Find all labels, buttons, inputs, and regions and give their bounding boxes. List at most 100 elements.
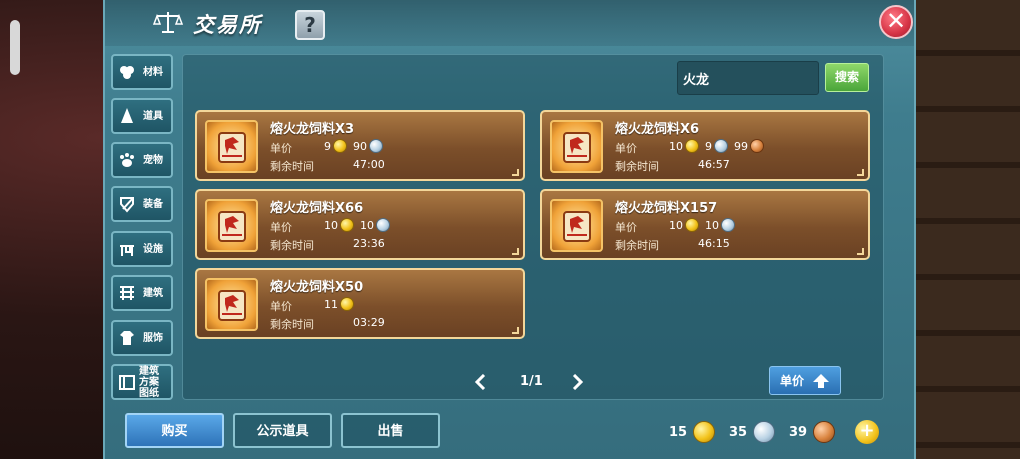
sidebar-item-prop[interactable]: 道具 [111,98,173,134]
paw-icon [118,151,136,169]
remaining-time-label: 剩余时间 [270,318,314,331]
remaining-time-label: 剩余时间 [270,160,314,173]
gold-coin-icon [340,297,354,311]
tab-public-items[interactable]: 公示道具 [233,413,332,448]
remaining-time-value: 46:15 [698,237,730,250]
sort-label: 单价 [780,374,805,388]
price-amount: 10 [705,218,719,232]
sidebar-item-clothing[interactable]: 服饰 [111,320,173,356]
gold-coin-icon [693,421,716,443]
listing-name: 熔火龙饲料X157 [615,201,718,216]
silver-coin-icon [714,139,728,153]
price-amount: 99 [734,139,748,153]
listing-price: 9 90 [324,138,387,154]
sort-by-price-button[interactable]: 单价 [769,366,841,395]
gold-coin-icon [685,218,699,232]
sidebar-item-label: 建筑方案图纸 [139,365,159,399]
price-amount: 10 [324,218,338,232]
listing-card[interactable]: 熔火龙饲料X66 单价 10 10 剩余时间 23:36 [195,189,525,260]
remaining-time-label: 剩余时间 [615,160,659,173]
gold-balance: 15 [669,420,716,444]
facility-icon [118,240,136,258]
listing-name: 熔火龙饲料X6 [615,122,700,137]
dragon-feed-icon [205,199,258,252]
copper-coin-icon [813,421,836,443]
listing-name: 熔火龙饲料X66 [270,201,364,216]
corner-mark-icon [857,248,864,255]
sidebar-item-label: 宠物 [143,154,163,166]
gold-coin-icon [333,139,347,153]
corner-mark-icon [857,169,864,176]
search-input[interactable] [677,61,819,95]
gold-amount: 15 [669,424,688,440]
sidebar-item-label: 道具 [143,110,163,122]
price-label: 单价 [270,142,292,155]
tab-buy[interactable]: 购买 [125,413,224,448]
listing-card[interactable]: 熔火龙饲料X6 单价 10 9 99 剩余时间 46:57 [540,110,870,181]
sidebar-item-material[interactable]: 材料 [111,54,173,90]
sidebar-item-equipment[interactable]: 装备 [111,186,173,222]
sidebar-item-label: 服饰 [143,332,163,344]
listing-card[interactable]: 熔火龙饲料X3 单价 9 90 剩余时间 47:00 [195,110,525,181]
price-label: 单价 [615,221,637,234]
price-label: 单价 [270,300,292,313]
price-amount: 10 [360,218,374,232]
silver-amount: 35 [729,424,748,440]
dragon-feed-icon [550,199,603,252]
next-page-icon[interactable] [572,374,584,390]
page-title: 交易所 [193,13,262,37]
equipment-icon [118,195,136,213]
remaining-time-value: 46:57 [698,158,730,171]
listing-price: 11 [324,296,358,312]
corner-mark-icon [512,248,519,255]
corner-mark-icon [512,169,519,176]
prop-icon [118,107,136,125]
listing-name: 熔火龙饲料X50 [270,280,364,295]
dragon-feed-icon [205,120,258,173]
blueprint-icon [118,373,136,391]
silver-balance: 35 [729,420,776,444]
background-wood-wall [910,0,1020,459]
listing-card[interactable]: 熔火龙饲料X50 单价 11 剩余时间 03:29 [195,268,525,339]
gold-coin-icon [340,218,354,232]
page-indicator: 1/1 [520,374,543,389]
remaining-time-value: 47:00 [353,158,385,171]
listing-price: 10 9 99 [669,138,768,154]
listing-name: 熔火龙饲料X3 [270,122,355,137]
price-amount: 11 [324,297,338,311]
search-button[interactable]: 搜索 [825,63,869,92]
help-button[interactable]: ? [295,10,325,40]
background-pole [10,20,20,75]
copper-coin-icon [750,139,764,153]
dragon-feed-icon [205,278,258,331]
copper-amount: 39 [789,424,808,440]
sidebar-item-blueprint[interactable]: 建筑方案图纸 [111,364,173,400]
silver-coin-icon [369,139,383,153]
sidebar-item-label: 装备 [143,198,163,210]
close-button[interactable]: ✕ [879,5,913,39]
dragon-feed-icon [550,120,603,173]
listing-card[interactable]: 熔火龙饲料X157 单价 10 10 剩余时间 46:15 [540,189,870,260]
remaining-time-label: 剩余时间 [270,239,314,252]
category-sidebar: 材料 道具 宠物 装备 设施 建筑 服饰 建筑方案图纸 [111,54,173,400]
price-amount: 9 [705,139,712,153]
sidebar-item-facility[interactable]: 设施 [111,231,173,267]
price-amount: 9 [324,139,331,153]
sidebar-item-label: 设施 [143,243,163,255]
listing-price: 10 10 [324,217,394,233]
remaining-time-value: 23:36 [353,237,385,250]
price-amount: 90 [353,139,367,153]
building-icon [118,284,136,302]
prev-page-icon[interactable] [474,374,486,390]
sidebar-item-building[interactable]: 建筑 [111,275,173,311]
add-currency-button[interactable]: + [855,420,879,444]
price-label: 单价 [615,142,637,155]
sidebar-item-label: 建筑 [143,287,163,299]
silver-coin-icon [753,421,776,443]
listing-price: 10 10 [669,217,739,233]
tab-sell[interactable]: 出售 [341,413,440,448]
sidebar-item-pet[interactable]: 宠物 [111,142,173,178]
price-amount: 10 [669,139,683,153]
clothing-icon [118,329,136,347]
price-amount: 10 [669,218,683,232]
